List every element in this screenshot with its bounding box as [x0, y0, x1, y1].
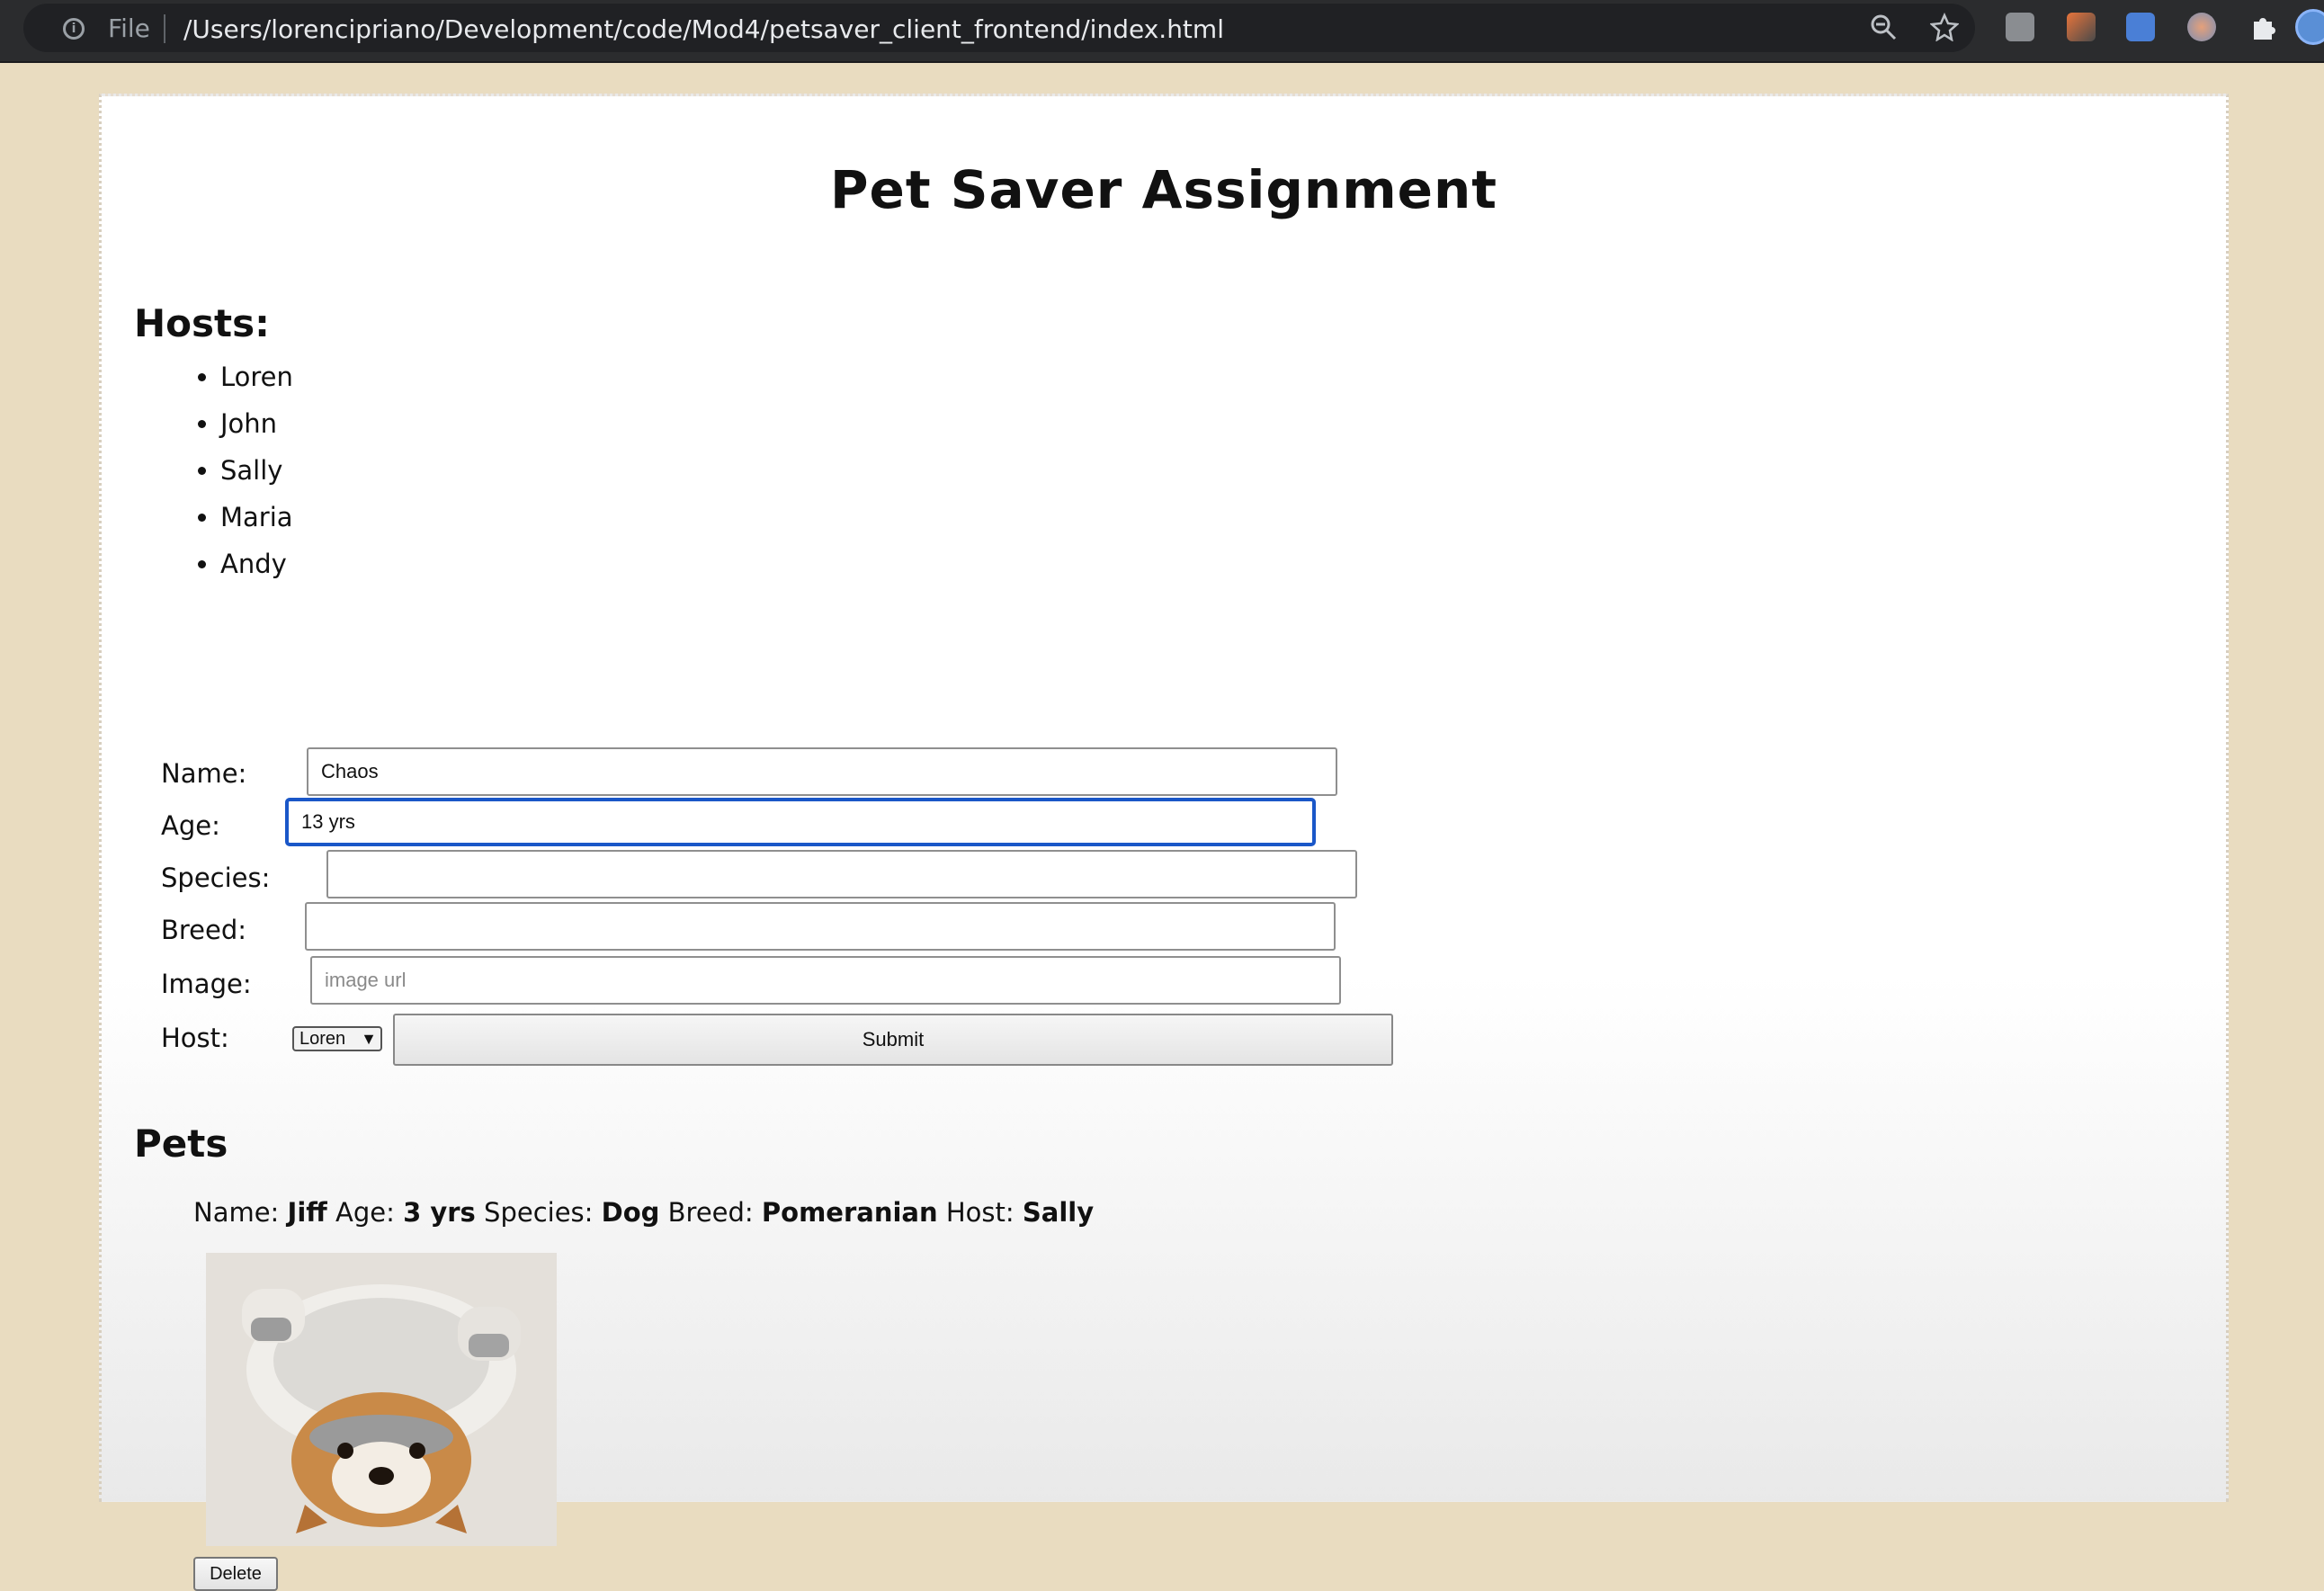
host-item: Maria — [220, 494, 293, 541]
pet-image — [206, 1253, 557, 1546]
delete-button[interactable]: Delete — [193, 1557, 278, 1591]
image-label: Image: — [161, 969, 252, 999]
pet-host-label: Host: — [945, 1197, 1015, 1228]
breed-input[interactable] — [305, 902, 1336, 951]
submit-button[interactable]: Submit — [393, 1014, 1393, 1066]
profile-avatar[interactable] — [2295, 9, 2324, 45]
pet-host: Sally — [1022, 1197, 1095, 1228]
host-item: Sally — [220, 447, 293, 494]
species-input[interactable] — [326, 850, 1357, 898]
host-item: John — [220, 400, 293, 447]
name-label: Name: — [161, 758, 247, 789]
name-input[interactable]: Chaos — [307, 747, 1337, 796]
puzzle-icon[interactable] — [2248, 13, 2277, 41]
image-url-input[interactable]: image url — [310, 956, 1341, 1005]
host-item: Loren — [220, 353, 293, 400]
url-text[interactable]: /Users/lorencipriano/Development/code/Mo… — [183, 14, 1224, 45]
new-pet-form: Name: Chaos Age: 13 yrs Species: Breed: … — [161, 654, 1420, 1077]
info-icon[interactable]: i — [63, 18, 85, 40]
host-item: Andy — [220, 541, 293, 587]
pet-name-label: Name: — [193, 1197, 280, 1228]
pet-breed-label: Breed: — [667, 1197, 754, 1228]
pet-age-label: Age: — [335, 1197, 395, 1228]
extension-icon[interactable] — [2187, 13, 2216, 41]
file-label: File — [108, 13, 150, 43]
pet-species: Dog — [601, 1197, 660, 1228]
age-input[interactable]: 13 yrs — [285, 798, 1316, 846]
age-label: Age: — [161, 810, 220, 841]
host-label: Host: — [161, 1023, 229, 1053]
page-title: Pet Saver Assignment — [829, 159, 1498, 220]
breed-label: Breed: — [161, 915, 247, 945]
host-select-value: Loren — [299, 1029, 346, 1049]
extension-icon[interactable] — [2067, 13, 2096, 41]
translate-icon[interactable] — [2126, 13, 2155, 41]
hosts-heading: Hosts: — [134, 301, 270, 345]
pet-age: 3 yrs — [403, 1197, 476, 1228]
pet-breed: Pomeranian — [761, 1197, 938, 1228]
address-bar[interactable]: i File /Users/lorencipriano/Development/… — [23, 4, 1975, 52]
page-content: Pet Saver Assignment Hosts: Loren John S… — [99, 94, 2229, 1591]
pet-details: Name: Jiff Age: 3 yrs Species: Dog Breed… — [193, 1197, 1094, 1228]
pet-species-label: Species: — [484, 1197, 594, 1228]
hosts-list: Loren John Sally Maria Andy — [193, 353, 293, 587]
chevron-down-icon: ▼ — [361, 1030, 377, 1048]
pets-heading: Pets — [134, 1122, 228, 1166]
address-separator — [164, 14, 165, 43]
star-icon[interactable] — [1929, 12, 1960, 42]
pet-name: Jiff — [287, 1197, 327, 1228]
host-select[interactable]: Loren ▼ — [292, 1026, 382, 1051]
extension-icon[interactable] — [2006, 13, 2034, 41]
browser-toolbar: i File /Users/lorencipriano/Development/… — [0, 0, 2324, 63]
species-label: Species: — [161, 863, 271, 893]
zoom-out-icon[interactable] — [1869, 13, 1898, 41]
